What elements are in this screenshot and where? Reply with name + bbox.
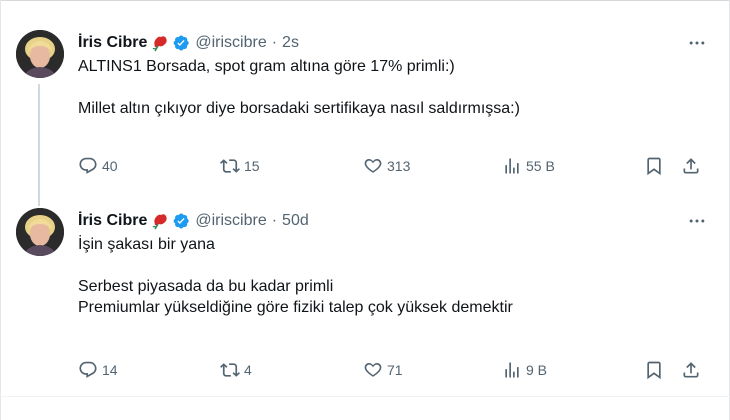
bookmark-icon xyxy=(647,157,661,176)
tweet-text: ALTINS1 Borsada, spot gram altına göre 1… xyxy=(78,56,710,119)
tweet[interactable]: İris Cibre @iriscibre · 50d İşin şakası … xyxy=(0,200,730,400)
like-button[interactable]: 313 xyxy=(363,154,410,178)
timeline: İris Cibre @iriscibre · 2s ALTINS1 Borsa… xyxy=(0,0,730,420)
rose-emoji-icon xyxy=(151,212,169,230)
author-name[interactable]: İris Cibre xyxy=(78,34,147,52)
thread-connector-line xyxy=(38,84,40,206)
views-chart-icon xyxy=(505,362,519,378)
reply-icon xyxy=(79,361,97,378)
views-count: 9 B xyxy=(526,362,548,378)
views-chart-icon xyxy=(505,158,519,174)
avatar[interactable] xyxy=(16,208,64,256)
heart-icon xyxy=(364,159,382,173)
bottom-divider xyxy=(0,396,730,397)
verified-badge-icon[interactable] xyxy=(172,212,190,230)
tweet-actions: 40 15 313 55 B xyxy=(78,154,714,178)
reply-count: 14 xyxy=(102,362,118,378)
like-button[interactable]: 71 xyxy=(363,358,403,382)
reply-icon xyxy=(79,157,97,174)
tweet-actions: 14 4 71 9 B xyxy=(78,358,714,382)
reply-count: 40 xyxy=(102,158,118,174)
retweet-count: 15 xyxy=(244,158,260,174)
views-count: 55 B xyxy=(526,158,555,174)
reply-button[interactable]: 40 xyxy=(78,154,118,178)
like-count: 71 xyxy=(387,362,403,378)
heart-icon xyxy=(364,363,382,377)
like-count: 313 xyxy=(387,158,411,174)
separator-dot: · xyxy=(271,34,278,51)
share-button[interactable] xyxy=(681,358,701,382)
tweet-text: İşin şakası bir yana Serbest piyasada da… xyxy=(78,234,710,318)
share-icon xyxy=(683,158,699,174)
reply-button[interactable]: 14 xyxy=(78,358,118,382)
tweet-timestamp[interactable]: 2s xyxy=(282,34,299,52)
more-options-icon[interactable] xyxy=(684,210,710,232)
retweet-button[interactable]: 4 xyxy=(220,358,252,382)
retweet-icon xyxy=(220,159,240,173)
more-options-icon[interactable] xyxy=(684,32,710,54)
tweet-header: İris Cibre @iriscibre · 2s xyxy=(78,32,710,54)
views-button[interactable]: 55 B xyxy=(502,154,555,178)
tweet-text-line: Premiumlar yükseldiğine göre fiziki tale… xyxy=(78,299,513,316)
tweet[interactable]: İris Cibre @iriscibre · 2s ALTINS1 Borsa… xyxy=(0,14,730,206)
retweet-button[interactable]: 15 xyxy=(220,154,260,178)
tweet-header: İris Cibre @iriscibre · 50d xyxy=(78,210,710,232)
avatar[interactable] xyxy=(16,30,64,78)
bookmark-button[interactable] xyxy=(644,154,664,178)
bookmark-button[interactable] xyxy=(644,358,664,382)
verified-badge-icon[interactable] xyxy=(172,34,190,52)
author-handle[interactable]: @iriscibre xyxy=(195,212,266,230)
tweet-content: İris Cibre @iriscibre · 2s ALTINS1 Borsa… xyxy=(78,32,710,119)
retweet-count: 4 xyxy=(244,362,252,378)
bookmark-icon xyxy=(647,361,661,380)
author-name[interactable]: İris Cibre xyxy=(78,212,147,230)
tweet-text-line: ALTINS1 Borsada, spot gram altına göre 1… xyxy=(78,58,455,75)
author-handle[interactable]: @iriscibre xyxy=(195,34,266,52)
share-icon xyxy=(683,362,699,378)
share-button[interactable] xyxy=(681,154,701,178)
tweet-content: İris Cibre @iriscibre · 50d İşin şakası … xyxy=(78,210,710,318)
retweet-icon xyxy=(220,363,240,377)
tweet-text-line: Serbest piyasada da bu kadar primli xyxy=(78,278,334,295)
views-button[interactable]: 9 B xyxy=(502,358,547,382)
tweet-text-line: Millet altın çıkıyor diye borsadaki sert… xyxy=(78,100,520,117)
rose-emoji-icon xyxy=(151,34,169,52)
frame-top-border xyxy=(0,0,730,1)
tweet-text-line: İşin şakası bir yana xyxy=(78,236,215,253)
tweet-timestamp[interactable]: 50d xyxy=(282,212,309,230)
separator-dot: · xyxy=(271,212,278,229)
